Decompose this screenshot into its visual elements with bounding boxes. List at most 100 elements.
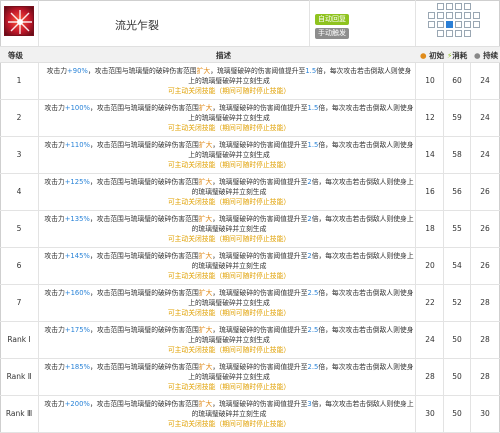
range-cell (437, 21, 444, 28)
description-cell: 攻击力+200%，攻击范围与琉璃璧的破碎伤害范围扩大，琉璃璧破碎的伤害阈值提升至… (44, 400, 414, 428)
header-level: 等级 (8, 51, 23, 60)
auto-recovery-badge: 自动回复 (315, 14, 349, 25)
initial-sp-cell: 24 (425, 335, 435, 344)
level-cell: Rank Ⅲ (5, 409, 33, 418)
sp-cost-cell: 56 (452, 187, 462, 196)
duration-cell: 26 (480, 224, 490, 233)
range-cell (446, 3, 453, 10)
initial-sp-cell: 28 (425, 372, 435, 381)
description-cell: 攻击力+125%，攻击范围与琉璃璧的破碎伤害范围扩大，琉璃璧破碎的伤害阈值提升至… (44, 178, 414, 206)
range-cell (464, 12, 471, 19)
table-row: 6 攻击力+145%，攻击范围与琉璃璧的破碎伤害范围扩大，琉璃璧破碎的伤害阈值提… (0, 248, 500, 285)
sp-cost-cell: 50 (452, 409, 462, 418)
description-cell: 攻击力+100%，攻击范围与琉璃璧的破碎伤害范围扩大，琉璃璧破碎的伤害阈值提升至… (44, 104, 414, 132)
range-cell (437, 3, 444, 10)
table-row: 3 攻击力+110%，攻击范围与琉璃璧的破碎伤害范围扩大，琉璃璧破碎的伤害阈值提… (0, 137, 500, 174)
manual-close-note: 可主动关闭技能（期间可随时停止技能） (167, 235, 291, 243)
table-row: 7 攻击力+160%，攻击范围与琉璃璧的破碎伤害范围扩大，琉璃璧破碎的伤害阈值提… (0, 285, 500, 322)
manual-close-note: 可主动关闭技能（期间可随时停止技能） (167, 346, 291, 354)
level-cell: 3 (16, 150, 22, 159)
table-header: 等级 描述 ● 初始 ⚡消耗 ● 持续 (0, 46, 500, 63)
sp-cost-cell: 50 (452, 335, 462, 344)
level-cell: 5 (16, 224, 22, 233)
range-cell (455, 12, 462, 19)
header-cost: ⚡消耗 (447, 51, 468, 60)
initial-sp-cell: 14 (425, 150, 435, 159)
description-cell: 攻击力+110%，攻击范围与琉璃璧的破碎伤害范围扩大，琉璃璧破碎的伤害阈值提升至… (44, 141, 414, 169)
range-cell (455, 21, 462, 28)
range-cell (428, 12, 435, 19)
sp-cost-cell: 59 (452, 113, 462, 122)
range-cell (464, 21, 471, 28)
initial-sp-cell: 16 (425, 187, 435, 196)
initial-sp-cell: 30 (425, 409, 435, 418)
sp-cost-cell: 54 (452, 261, 462, 270)
table-row: 5 攻击力+135%，攻击范围与琉璃璧的破碎伤害范围扩大，琉璃璧破碎的伤害阈值提… (0, 211, 500, 248)
duration-cell: 28 (480, 372, 490, 381)
range-cell (464, 3, 471, 10)
duration-cell: 26 (480, 187, 490, 196)
sp-cost-cell: 50 (452, 372, 462, 381)
sp-cost-cell: 55 (452, 224, 462, 233)
table-row: 4 攻击力+125%，攻击范围与琉璃璧的破碎伤害范围扩大，琉璃璧破碎的伤害阈值提… (0, 174, 500, 211)
table-row: Rank Ⅰ 攻击力+175%，攻击范围与琉璃璧的破碎伤害范围扩大，琉璃璧破碎的… (0, 322, 500, 359)
table-row: 2 攻击力+100%，攻击范围与琉璃璧的破碎伤害范围扩大，琉璃璧破碎的伤害阈值提… (0, 100, 500, 137)
clock-icon: ● (474, 51, 481, 60)
level-cell: 6 (16, 261, 22, 270)
range-cell (455, 3, 462, 10)
range-cell (455, 30, 462, 37)
duration-cell: 28 (480, 298, 490, 307)
range-cell (437, 30, 444, 37)
level-cell: 4 (16, 187, 22, 196)
description-cell: 攻击力+145%，攻击范围与琉璃璧的破碎伤害范围扩大，琉璃璧破碎的伤害阈值提升至… (44, 252, 414, 280)
description-cell: 攻击力+175%，攻击范围与琉璃璧的破碎伤害范围扩大，琉璃璧破碎的伤害阈值提升至… (44, 326, 414, 354)
manual-close-note: 可主动关闭技能（期间可随时停止技能） (167, 383, 291, 391)
duration-cell: 28 (480, 335, 490, 344)
skill-badges: 自动回复 手动触发 (310, 0, 416, 46)
level-cell: Rank Ⅱ (6, 372, 32, 381)
duration-cell: 26 (480, 261, 490, 270)
manual-close-note: 可主动关闭技能（期间可随时停止技能） (167, 309, 291, 317)
sp-init-icon: ● (420, 51, 427, 60)
manual-close-note: 可主动关闭技能（期间可随时停止技能） (167, 272, 291, 280)
level-cell: 1 (16, 76, 22, 85)
initial-sp-cell: 22 (425, 298, 435, 307)
skill-name: 流光乍裂 (115, 19, 159, 32)
skill-header: 流光乍裂 自动回复 手动触发 (0, 0, 500, 46)
manual-trigger-badge: 手动触发 (315, 28, 349, 39)
range-cell (446, 12, 453, 19)
description-cell: 攻击力+135%，攻击范围与琉璃璧的破碎伤害范围扩大，琉璃璧破碎的伤害阈值提升至… (44, 215, 414, 243)
sp-cost-cell: 58 (452, 150, 462, 159)
sp-cost-cell: 52 (452, 298, 462, 307)
header-desc: 描述 (216, 51, 231, 60)
initial-sp-cell: 12 (425, 113, 435, 122)
duration-cell: 30 (480, 409, 490, 418)
skill-icon (4, 6, 34, 36)
level-cell: 7 (16, 298, 22, 307)
manual-close-note: 可主动关闭技能（期间可随时停止技能） (167, 161, 291, 169)
initial-sp-cell: 18 (425, 224, 435, 233)
range-cell (473, 21, 480, 28)
range-cell (473, 12, 480, 19)
manual-close-note: 可主动关闭技能（期间可随时停止技能） (167, 420, 291, 428)
manual-close-note: 可主动关闭技能（期间可随时停止技能） (167, 87, 291, 95)
range-cell (437, 12, 444, 19)
header-init: ● 初始 (420, 51, 445, 60)
initial-sp-cell: 10 (425, 76, 435, 85)
sp-cost-cell: 60 (452, 76, 462, 85)
skill-name-cell: 流光乍裂 (38, 0, 310, 46)
table-row: Rank Ⅱ 攻击力+185%，攻击范围与琉璃璧的破碎伤害范围扩大，琉璃璧破碎的… (0, 359, 500, 396)
description-cell: 攻击力+160%，攻击范围与琉璃璧的破碎伤害范围扩大，琉璃璧破碎的伤害阈值提升至… (44, 289, 414, 317)
range-cell (464, 30, 471, 37)
duration-cell: 24 (480, 150, 490, 159)
range-cell (446, 30, 453, 37)
manual-close-note: 可主动关闭技能（期间可随时停止技能） (167, 124, 291, 132)
level-cell: Rank Ⅰ (7, 335, 31, 344)
description-cell: 攻击力+90%，攻击范围与琉璃璧的破碎伤害范围扩大，琉璃璧破碎的伤害阈值提升至1… (46, 67, 412, 95)
manual-close-note: 可主动关闭技能（期间可随时停止技能） (167, 198, 291, 206)
range-cell-self (446, 21, 453, 28)
initial-sp-cell: 20 (425, 261, 435, 270)
description-cell: 攻击力+185%，攻击范围与琉璃璧的破碎伤害范围扩大，琉璃璧破碎的伤害阈值提升至… (44, 363, 414, 391)
duration-cell: 24 (480, 113, 490, 122)
range-cell (428, 21, 435, 28)
